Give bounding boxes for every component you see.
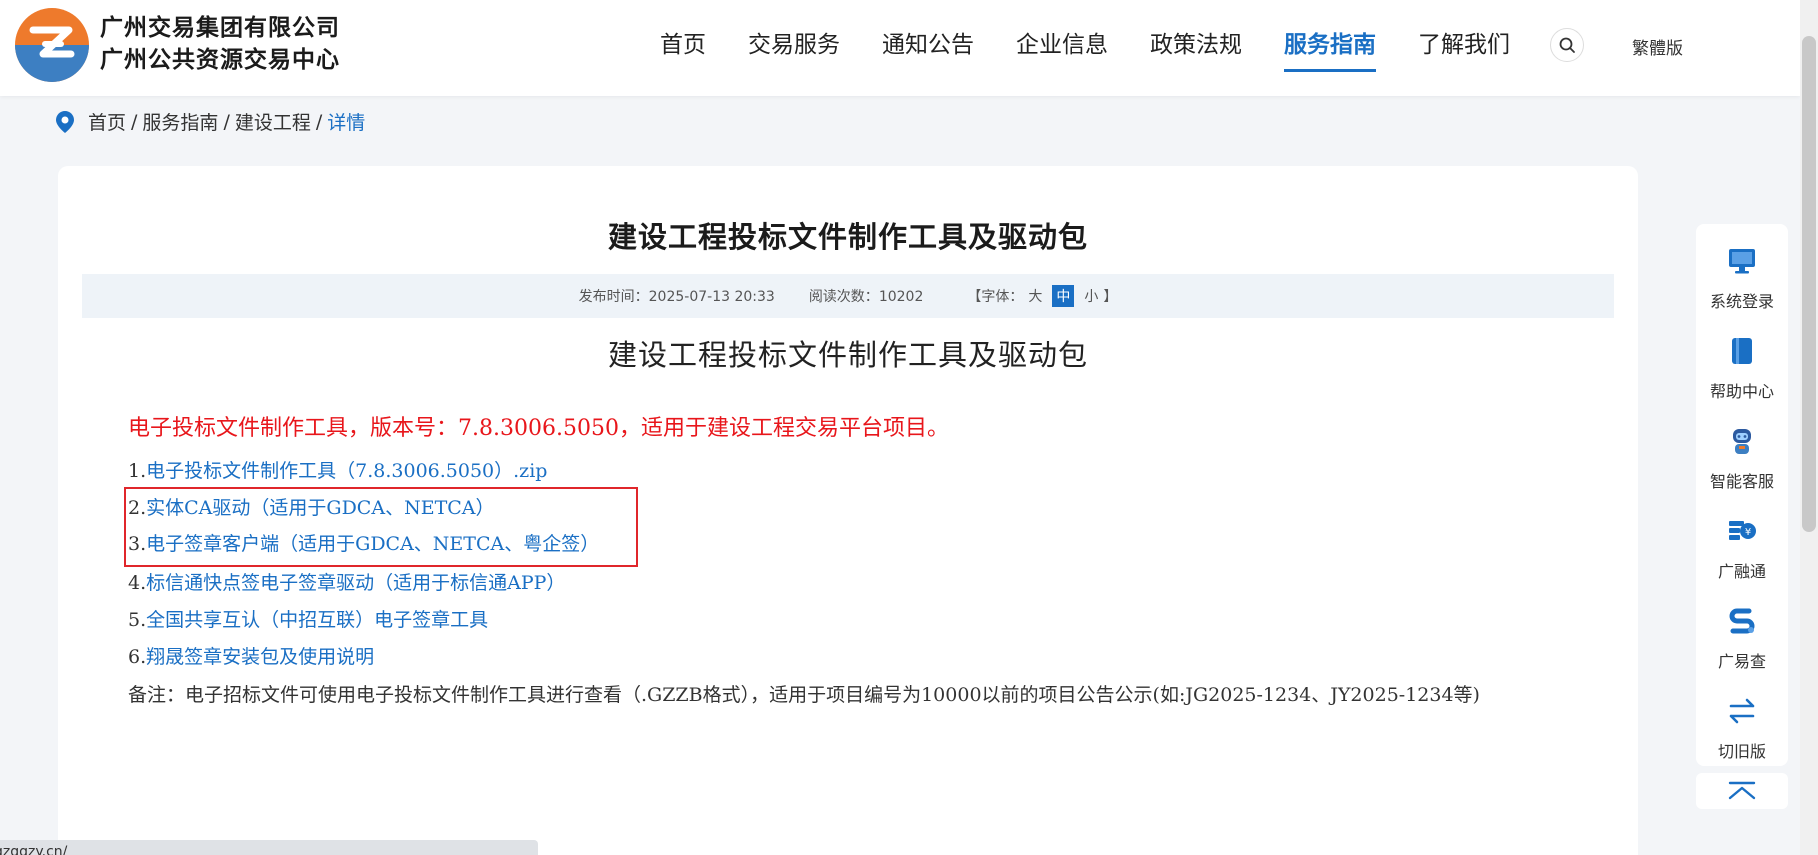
item-number: 6. <box>128 646 147 668</box>
download-link[interactable]: 全国共享互认（中招互联）电子签章工具 <box>146 609 488 631</box>
list-item: 6.翔晟签章安装包及使用说明 <box>128 642 374 669</box>
chevron-up-icon <box>1728 781 1756 800</box>
article-subtitle: 建设工程投标文件制作工具及驱动包 <box>607 338 1088 372</box>
back-to-top-button[interactable] <box>1696 773 1788 809</box>
scrollbar-thumb[interactable] <box>1802 36 1816 532</box>
search-button[interactable] <box>1550 28 1584 62</box>
sidebar-item-label: 广易查 <box>1717 652 1766 671</box>
breadcrumb-home[interactable]: 首页 <box>88 108 126 135</box>
sidebar-item-label: 智能客服 <box>1709 472 1774 491</box>
sidebar-item-old-version[interactable]: 切旧版 <box>1696 682 1788 762</box>
nav-trade-service[interactable]: 交易服务 <box>748 0 840 96</box>
sidebar-item-label: 广融通 <box>1717 562 1766 581</box>
finance-icon: ¥ <box>1729 521 1756 540</box>
nav-service-guide[interactable]: 服务指南 <box>1284 0 1376 96</box>
sidebar-item-label: 切旧版 <box>1717 742 1766 761</box>
nav-policy[interactable]: 政策法规 <box>1150 0 1242 96</box>
list-item: 5.全国共享互认（中招互联）电子签章工具 <box>128 605 488 632</box>
font-size-control: 【字体： 大 中 小 】 <box>967 285 1117 307</box>
view-count: 阅读次数：10202 <box>809 286 924 306</box>
highlight-annotation-box <box>124 487 638 567</box>
nav-notices[interactable]: 通知公告 <box>882 0 974 96</box>
side-toolbar: 系统登录 帮助中心 智能客服 ¥ 广融通 广易查 切旧版 <box>1696 224 1788 766</box>
views-value: 10202 <box>878 289 924 305</box>
main-nav: 首页 交易服务 通知公告 企业信息 政策法规 服务指南 了解我们 <box>660 0 1552 96</box>
font-close: 】 <box>1103 289 1118 305</box>
font-open: 【字体： <box>967 289 1024 305</box>
sidebar-item-smart-service[interactable]: 智能客服 <box>1696 412 1788 492</box>
search-icon <box>1559 37 1575 53</box>
publish-label: 发布时间： <box>578 289 649 305</box>
search-s-icon <box>1729 608 1755 634</box>
location-pin-icon <box>56 110 74 133</box>
font-medium-button[interactable]: 中 <box>1052 285 1075 307</box>
item-number: 4. <box>128 572 147 594</box>
article-card: 建设工程投标文件制作工具及驱动包 发布时间：2025-07-13 20:33 阅… <box>58 166 1638 855</box>
item-number: 1. <box>128 460 147 482</box>
breadcrumb-separator: / <box>223 110 230 133</box>
item-number: 5. <box>128 609 147 631</box>
svg-text:¥: ¥ <box>1745 527 1751 538</box>
breadcrumb-current: 详情 <box>327 112 366 134</box>
book-icon <box>1732 338 1752 364</box>
sidebar-item-guangyicha[interactable]: 广易查 <box>1696 592 1788 672</box>
publish-value: 2025-07-13 20:33 <box>648 289 775 305</box>
breadcrumb-construction[interactable]: 建设工程 <box>235 108 311 135</box>
breadcrumb-separator: / <box>131 110 138 133</box>
page-title: 建设工程投标文件制作工具及驱动包 <box>607 220 1088 254</box>
download-link[interactable]: 标信通快点签电子签章驱动（适用于标信通APP） <box>146 572 565 594</box>
article-meta: 发布时间：2025-07-13 20:33 阅读次数：10202 【字体： 大 … <box>82 274 1614 318</box>
switch-icon <box>1729 698 1755 724</box>
list-item: 4.标信通快点签电子签章驱动（适用于标信通APP） <box>128 568 565 595</box>
breadcrumb-service-guide[interactable]: 服务指南 <box>142 108 218 135</box>
breadcrumb: 首页 / 服务指南 / 建设工程 / 详情 <box>56 108 365 135</box>
breadcrumb-separator: / <box>315 110 323 133</box>
brand-line2: 广州公共资源交易中心 <box>100 47 340 73</box>
list-item: 1.电子投标文件制作工具（7.8.3006.5050）.zip <box>128 456 547 483</box>
page-scrollbar[interactable] <box>1800 0 1818 855</box>
status-url: gzggzy.cn/ <box>0 844 68 855</box>
font-small-button[interactable]: 小 <box>1084 286 1098 306</box>
remark-text: 备注：电子招标文件可使用电子投标文件制作工具进行查看（.GZZB格式），适用于项… <box>128 684 1480 706</box>
logo-icon[interactable] <box>15 8 89 82</box>
sidebar-item-label: 系统登录 <box>1709 292 1774 311</box>
link-status-bar: gzggzy.cn/ <box>0 840 538 855</box>
monitor-icon <box>1729 249 1755 274</box>
nav-home[interactable]: 首页 <box>660 0 706 96</box>
publish-time: 发布时间：2025-07-13 20:33 <box>579 286 775 306</box>
traditional-chinese-link[interactable]: 繁體版 <box>1632 34 1683 59</box>
site-header: 广州交易集团有限公司 广州公共资源交易中心 首页 交易服务 通知公告 企业信息 … <box>0 0 1800 96</box>
brand-line1: 广州交易集团有限公司 <box>100 15 340 41</box>
brand-name[interactable]: 广州交易集团有限公司 广州公共资源交易中心 <box>100 12 340 76</box>
views-label: 阅读次数： <box>808 289 879 305</box>
sidebar-item-help-center[interactable]: 帮助中心 <box>1696 322 1788 402</box>
sidebar-item-guangrongtong[interactable]: ¥ 广融通 <box>1696 502 1788 582</box>
nav-about-us[interactable]: 了解我们 <box>1418 0 1510 96</box>
download-link[interactable]: 翔晟签章安装包及使用说明 <box>146 646 374 668</box>
sidebar-item-label: 帮助中心 <box>1709 382 1774 401</box>
robot-icon <box>1733 429 1751 454</box>
version-notice: 电子投标文件制作工具，版本号：7.8.3006.5050，适用于建设工程交易平台… <box>128 416 949 441</box>
nav-company-info[interactable]: 企业信息 <box>1016 0 1108 96</box>
sidebar-item-system-login[interactable]: 系统登录 <box>1696 232 1788 312</box>
font-large-button[interactable]: 大 <box>1028 286 1042 306</box>
download-link[interactable]: 电子投标文件制作工具（7.8.3006.5050）.zip <box>146 460 547 482</box>
